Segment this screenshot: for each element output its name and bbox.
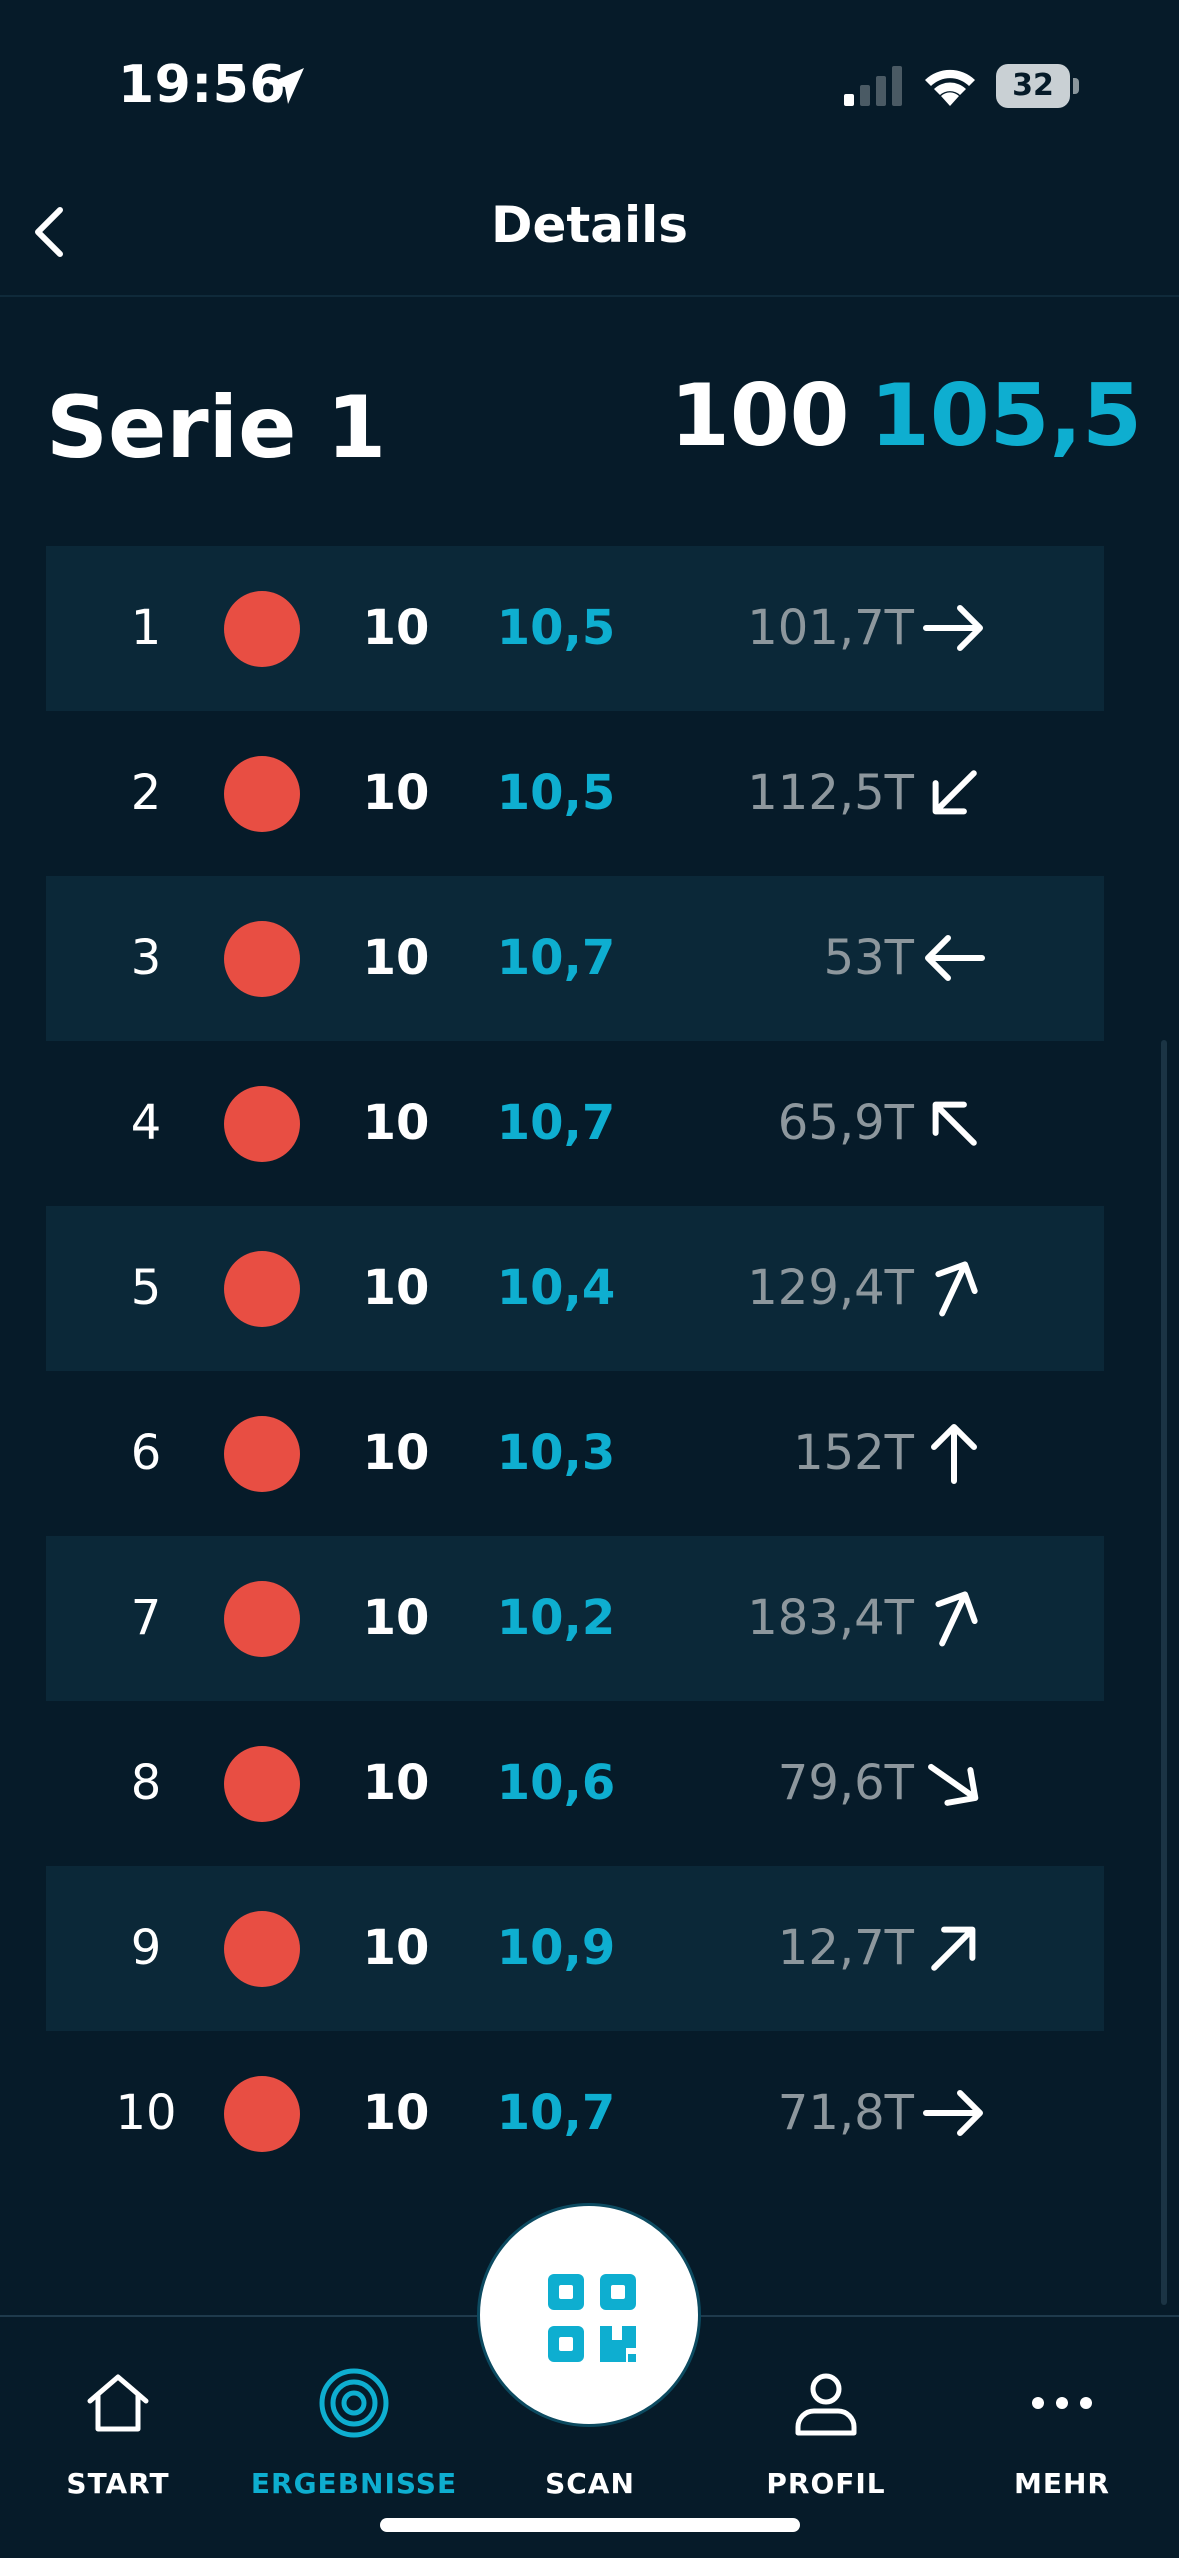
shot-ring-score: 10 bbox=[362, 1755, 430, 1811]
arrow-up-icon bbox=[931, 1424, 977, 1484]
arrow-up-right-icon bbox=[935, 1591, 978, 1647]
battery-icon: 32 bbox=[996, 64, 1080, 108]
shot-decimal-score: 10,5 bbox=[496, 765, 616, 821]
shot-teiler: 152T bbox=[793, 1425, 914, 1481]
shot-number: 5 bbox=[130, 1260, 162, 1316]
home-indicator bbox=[380, 2518, 800, 2532]
shot-number: 8 bbox=[130, 1755, 162, 1811]
shot-decimal-score: 10,7 bbox=[496, 930, 616, 986]
arrow-up-left-icon bbox=[932, 1101, 977, 1146]
tab-scan-label: SCAN bbox=[545, 2467, 635, 2500]
arrow-down-left-icon bbox=[932, 770, 977, 815]
person-icon bbox=[795, 2373, 857, 2436]
shot-number: 9 bbox=[130, 1920, 162, 1976]
shot-row[interactable]: 10 10 10,7 71,8T bbox=[46, 2031, 1104, 2196]
shot-row[interactable]: 3 10 10,7 53T bbox=[46, 876, 1104, 1041]
hit-dot bbox=[224, 1086, 300, 1162]
shot-decimal-score: 10,7 bbox=[496, 1095, 616, 1151]
nav-header: Details bbox=[0, 170, 1179, 297]
shot-number: 3 bbox=[130, 930, 162, 986]
cellular-signal-icon bbox=[844, 66, 902, 106]
shot-teiler: 12,7T bbox=[777, 1920, 914, 1976]
shot-row[interactable]: 9 10 10,9 12,7T bbox=[46, 1866, 1104, 2031]
target-icon bbox=[319, 2368, 389, 2438]
shot-number: 1 bbox=[130, 600, 162, 656]
hit-dot bbox=[224, 1251, 300, 1327]
battery-level: 32 bbox=[1012, 68, 1054, 103]
scrollbar[interactable] bbox=[1161, 1040, 1167, 2305]
shot-row[interactable]: 7 10 10,2 183,4T bbox=[46, 1536, 1104, 1701]
shot-decimal-score: 10,9 bbox=[496, 1920, 616, 1976]
shot-teiler: 183,4T bbox=[747, 1590, 914, 1646]
hit-dot bbox=[224, 756, 300, 832]
shot-ring-score: 10 bbox=[362, 1260, 430, 1316]
shot-decimal-score: 10,6 bbox=[496, 1755, 616, 1811]
shot-teiler: 79,6T bbox=[777, 1755, 914, 1811]
tab-more[interactable]: MEHR bbox=[944, 2317, 1179, 2558]
shot-ring-score: 10 bbox=[362, 1095, 430, 1151]
hit-dot bbox=[224, 1581, 300, 1657]
tab-profile-label: PROFIL bbox=[766, 2467, 886, 2500]
shot-teiler: 129,4T bbox=[747, 1260, 914, 1316]
shot-ring-score: 10 bbox=[362, 765, 430, 821]
page-title: Details bbox=[490, 196, 689, 254]
shot-number: 2 bbox=[130, 765, 162, 821]
hit-dot bbox=[224, 591, 300, 667]
arrow-right-icon bbox=[923, 605, 983, 651]
shot-decimal-score: 10,7 bbox=[496, 2085, 616, 2141]
shot-ring-score: 10 bbox=[362, 1425, 430, 1481]
shot-number: 4 bbox=[130, 1095, 162, 1151]
status-bar: 19:56 32 bbox=[0, 0, 1179, 170]
wifi-icon bbox=[925, 69, 975, 106]
shot-row[interactable]: 2 10 10,5 112,5T bbox=[46, 711, 1104, 876]
shot-teiler: 101,7T bbox=[747, 600, 914, 656]
arrow-down-right-icon bbox=[928, 1763, 979, 1806]
scan-button[interactable] bbox=[477, 2203, 701, 2427]
shot-decimal-score: 10,5 bbox=[496, 600, 616, 656]
hit-dot bbox=[224, 921, 300, 997]
tab-more-label: MEHR bbox=[1014, 2467, 1110, 2500]
shot-ring-score: 10 bbox=[362, 600, 430, 656]
shot-decimal-score: 10,3 bbox=[496, 1425, 616, 1481]
series-total-score: 100 bbox=[670, 366, 850, 466]
shot-row[interactable]: 8 10 10,6 79,6T bbox=[46, 1701, 1104, 1866]
shot-ring-score: 10 bbox=[362, 1920, 430, 1976]
shot-teiler: 53T bbox=[823, 930, 914, 986]
more-dots-icon bbox=[1032, 2397, 1092, 2409]
series-decimal-score: 105,5 bbox=[870, 366, 1143, 466]
shot-row[interactable]: 5 10 10,4 129,4T bbox=[46, 1206, 1104, 1371]
shot-row[interactable]: 4 10 10,7 65,9T bbox=[46, 1041, 1104, 1206]
arrow-up-right-icon bbox=[935, 1261, 978, 1317]
hit-dot bbox=[224, 2076, 300, 2152]
shot-teiler: 112,5T bbox=[747, 765, 914, 821]
shot-teiler: 65,9T bbox=[777, 1095, 914, 1151]
qr-code-icon bbox=[548, 2274, 636, 2362]
shot-ring-score: 10 bbox=[362, 1590, 430, 1646]
shot-decimal-score: 10,2 bbox=[496, 1590, 616, 1646]
series-title: Serie 1 bbox=[46, 378, 387, 478]
shot-row[interactable]: 1 10 10,5 101,7T bbox=[46, 546, 1104, 711]
status-time: 19:56 bbox=[118, 55, 287, 115]
shot-number: 10 bbox=[115, 2085, 177, 2141]
hit-dot bbox=[224, 1911, 300, 1987]
shot-ring-score: 10 bbox=[362, 2085, 430, 2141]
shot-decimal-score: 10,4 bbox=[496, 1260, 616, 1316]
hit-dot bbox=[224, 1746, 300, 1822]
shot-teiler: 71,8T bbox=[777, 2085, 914, 2141]
home-icon bbox=[87, 2374, 149, 2432]
hit-dot bbox=[224, 1416, 300, 1492]
tab-start[interactable]: START bbox=[0, 2317, 236, 2558]
arrow-left-icon bbox=[925, 935, 985, 981]
shot-number: 6 bbox=[130, 1425, 162, 1481]
shot-list: 1 10 10,5 101,7T 2 10 10,5 112,5T 3 10 1… bbox=[46, 546, 1104, 2196]
arrow-right-icon bbox=[923, 2090, 983, 2136]
arrow-up-right-icon bbox=[931, 1926, 976, 1971]
shot-number: 7 bbox=[130, 1590, 162, 1646]
location-arrow-icon bbox=[268, 68, 304, 104]
tab-results-label: ERGEBNISSE bbox=[250, 2467, 458, 2500]
shot-ring-score: 10 bbox=[362, 930, 430, 986]
tab-start-label: START bbox=[66, 2467, 170, 2500]
shot-row[interactable]: 6 10 10,3 152T bbox=[46, 1371, 1104, 1536]
